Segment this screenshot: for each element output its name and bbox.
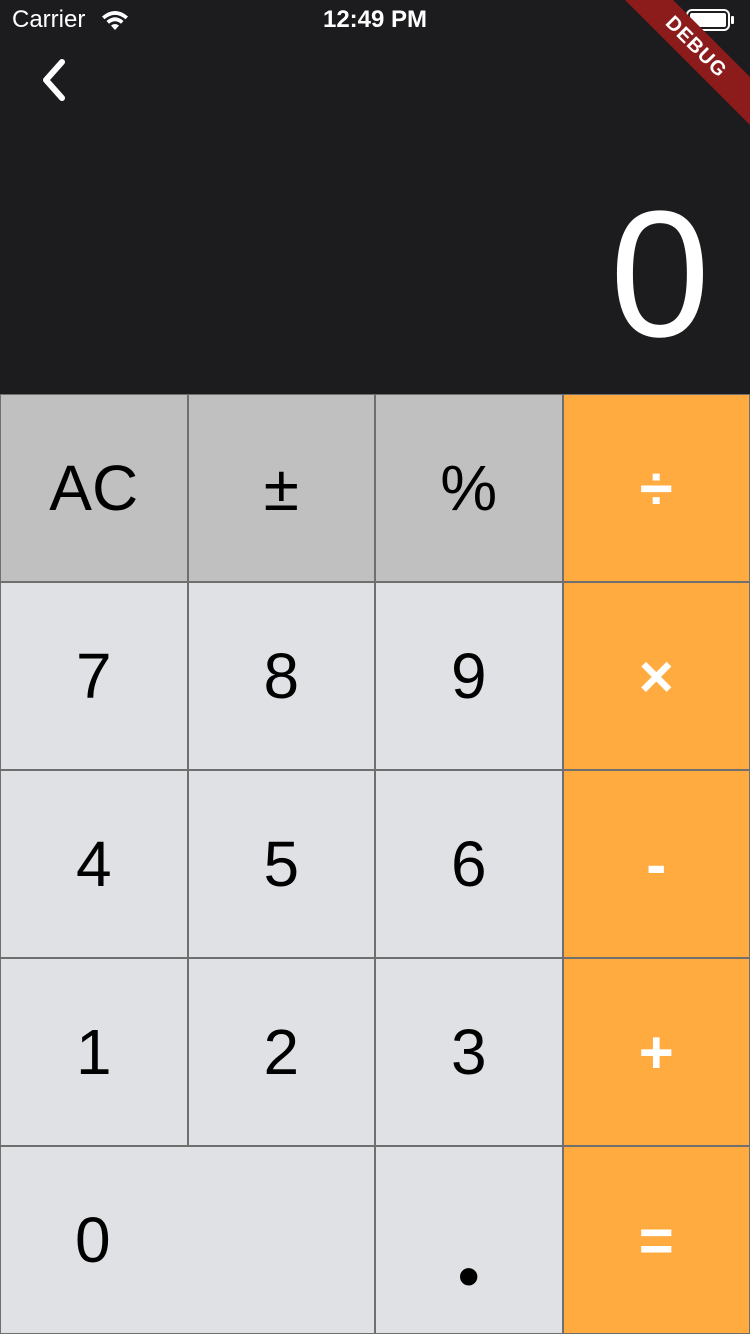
key-3[interactable]: 3 bbox=[375, 958, 563, 1146]
calculator-screen: Carrier 12:49 PM DEBUG 0 AC ± % ÷ 7 8 9 … bbox=[0, 0, 750, 1334]
status-bar: Carrier 12:49 PM bbox=[0, 0, 750, 40]
key-clear[interactable]: AC bbox=[0, 394, 188, 582]
key-9[interactable]: 9 bbox=[375, 582, 563, 770]
key-1[interactable]: 1 bbox=[0, 958, 188, 1146]
key-decimal[interactable]: • bbox=[375, 1146, 563, 1334]
key-7[interactable]: 7 bbox=[0, 582, 188, 770]
key-divide[interactable]: ÷ bbox=[562, 394, 750, 582]
key-plus[interactable]: + bbox=[562, 958, 750, 1146]
key-minus[interactable]: - bbox=[562, 770, 750, 958]
key-percent[interactable]: % bbox=[375, 394, 563, 582]
key-4[interactable]: 4 bbox=[0, 770, 188, 958]
key-5[interactable]: 5 bbox=[187, 770, 375, 958]
back-button[interactable] bbox=[28, 52, 78, 108]
key-multiply[interactable]: × bbox=[562, 582, 750, 770]
key-8[interactable]: 8 bbox=[187, 582, 375, 770]
result-display: 0 bbox=[609, 174, 710, 375]
key-equals[interactable]: = bbox=[562, 1146, 750, 1334]
battery-icon bbox=[686, 9, 734, 31]
chevron-left-icon bbox=[43, 59, 65, 101]
key-plus-minus[interactable]: ± bbox=[187, 394, 375, 582]
keypad: AC ± % ÷ 7 8 9 × 4 5 6 - 1 2 3 + 0 • = bbox=[0, 394, 750, 1334]
key-2[interactable]: 2 bbox=[187, 958, 375, 1146]
status-time: 12:49 PM bbox=[322, 6, 428, 33]
key-0[interactable]: 0 bbox=[0, 1146, 375, 1334]
key-6[interactable]: 6 bbox=[375, 770, 563, 958]
